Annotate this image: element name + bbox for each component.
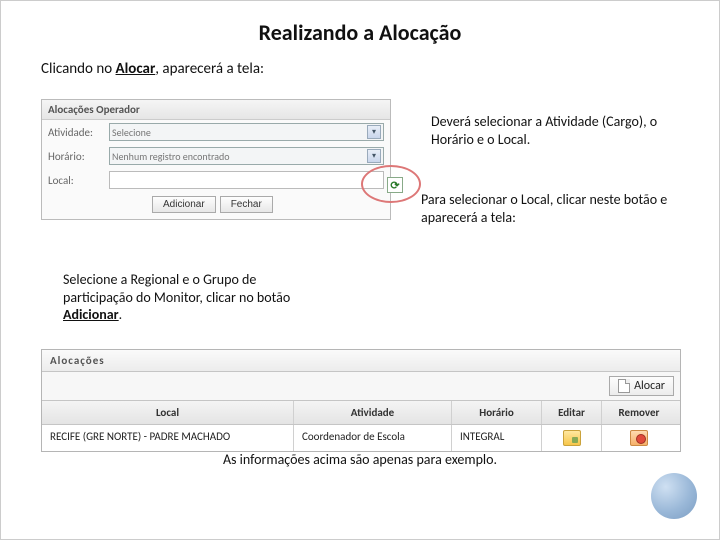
document-icon <box>618 379 630 393</box>
alocacoes-operador-panel: Alocações Operador Atividade: Selecione … <box>41 99 391 220</box>
label-horario: Horário: <box>48 150 103 163</box>
atividade-value: Selecione <box>112 126 151 139</box>
intro-bold: Alocar <box>116 60 156 78</box>
intro-post: , aparecerá a tela: <box>155 60 264 78</box>
local-input[interactable] <box>109 171 384 189</box>
chevron-down-icon: ▾ <box>367 125 381 139</box>
th-editar: Editar <box>542 401 602 424</box>
label-atividade: Atividade: <box>48 126 103 139</box>
c3-pre: Selecione a Regional e o Grupo de partic… <box>63 271 290 306</box>
atividade-select[interactable]: Selecione ▾ <box>109 123 384 141</box>
adicionar-button[interactable]: Adicionar <box>152 196 216 213</box>
th-local: Local <box>42 401 294 424</box>
td-remover <box>602 425 676 451</box>
td-editar <box>542 425 602 451</box>
td-atividade: Coordenador de Escola <box>294 425 452 451</box>
edit-icon[interactable] <box>563 430 581 446</box>
callout-regional: Selecione a Regional e o Grupo de partic… <box>63 271 303 324</box>
table-title: Alocações <box>42 350 680 372</box>
horario-value: Nenhum registro encontrado <box>112 150 230 163</box>
c3-bold: Adicionar <box>63 306 119 323</box>
alocar-button[interactable]: Alocar <box>609 376 674 396</box>
alocar-label: Alocar <box>634 379 665 393</box>
table-header-row: Local Atividade Horário Editar Remover <box>42 401 680 425</box>
fechar-button[interactable]: Fechar <box>220 196 273 213</box>
alocacoes-table: Alocações Alocar Local Atividade Horário… <box>41 349 681 452</box>
callout-select-fields: Deverá selecionar a Atividade (Cargo), o… <box>431 113 681 148</box>
td-horario: INTEGRAL <box>452 425 542 451</box>
delete-icon[interactable] <box>630 430 648 446</box>
callout-local-button: Para selecionar o Local, clicar neste bo… <box>421 191 691 226</box>
c3-post: . <box>119 306 123 323</box>
th-horario: Horário <box>452 401 542 424</box>
intro-pre: Clicando no <box>41 60 116 78</box>
horario-select[interactable]: Nenhum registro encontrado ▾ <box>109 147 384 165</box>
page-title: Realizando a Alocação <box>1 19 719 46</box>
chevron-down-icon: ▾ <box>367 149 381 163</box>
th-remover: Remover <box>602 401 676 424</box>
intro-line: Clicando no Alocar, aparecerá a tela: <box>41 60 719 78</box>
table-row: RECIFE (GRE NORTE) - PADRE MACHADO Coord… <box>42 425 680 451</box>
decorative-sphere-icon <box>651 473 697 519</box>
footnote: As informações acima são apenas para exe… <box>1 451 719 468</box>
label-local: Local: <box>48 174 103 187</box>
panel-header: Alocações Operador <box>42 100 390 120</box>
highlight-ellipse <box>361 165 421 203</box>
td-local: RECIFE (GRE NORTE) - PADRE MACHADO <box>42 425 294 451</box>
th-atividade: Atividade <box>294 401 452 424</box>
